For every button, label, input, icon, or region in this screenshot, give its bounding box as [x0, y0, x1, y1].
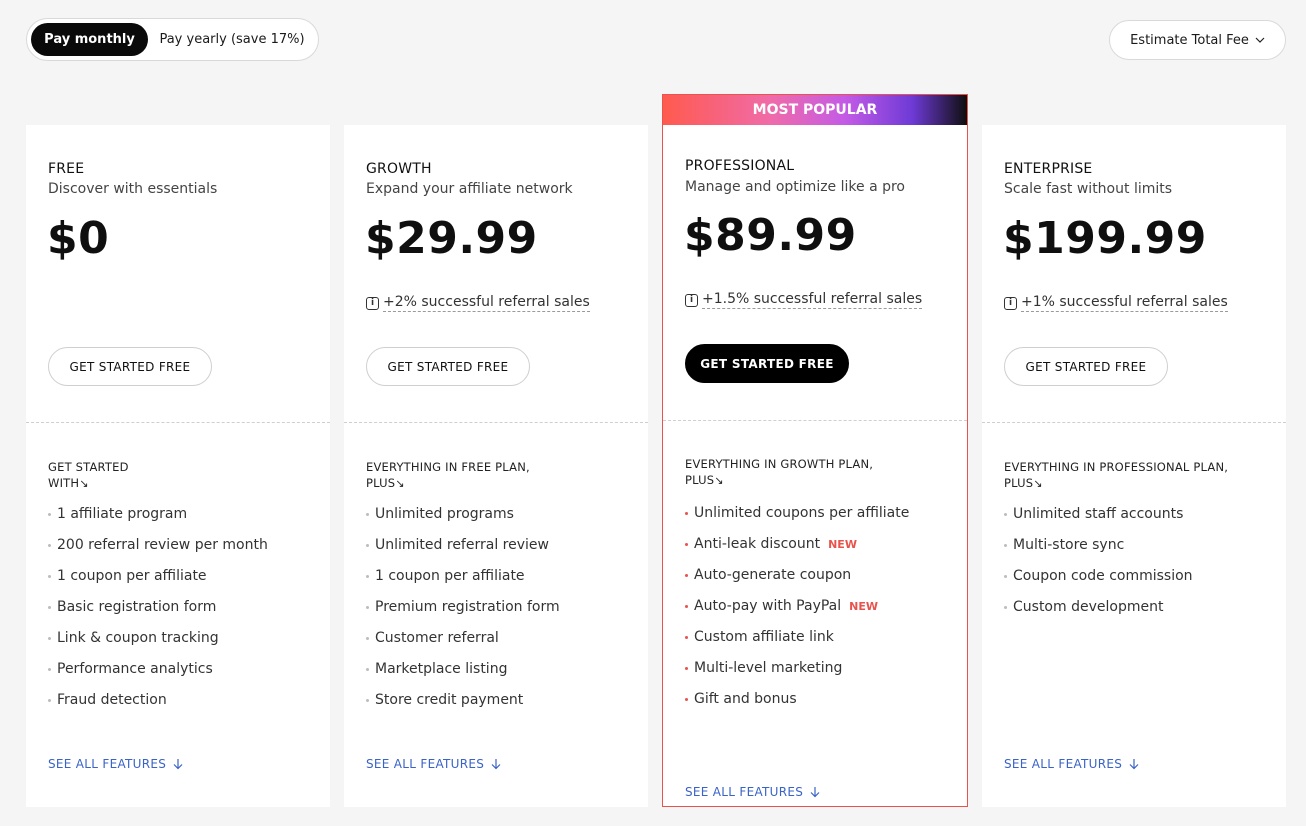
- feature-item: Unlimited staff accounts: [1004, 506, 1193, 537]
- plan-subtitle: Manage and optimize like a pro: [685, 179, 906, 195]
- most-popular-badge: MOST POPULAR: [663, 95, 967, 125]
- includes-heading: EVERYTHING IN PROFESSIONAL PLAN, PLUS↘: [1004, 460, 1229, 490]
- new-badge: NEW: [849, 600, 878, 613]
- feature-list: Unlimited coupons per affiliate Anti-lea…: [685, 505, 909, 722]
- feature-item: Auto-generate coupon: [685, 567, 909, 598]
- get-started-button[interactable]: GET STARTED FREE: [48, 347, 212, 386]
- see-all-features-link[interactable]: SEE ALL FEATURES: [48, 757, 184, 771]
- plan-name: PROFESSIONAL: [685, 158, 795, 174]
- includes-heading: EVERYTHING IN GROWTH PLAN, PLUS↘: [685, 457, 874, 487]
- plan-subtitle: Expand your affiliate network: [366, 181, 573, 197]
- plan-subtitle: Discover with essentials: [48, 181, 218, 197]
- feature-item: Premium registration form: [366, 599, 560, 630]
- curved-arrow-icon: ↘: [395, 477, 405, 490]
- feature-item: Unlimited referral review: [366, 537, 560, 568]
- get-started-button[interactable]: GET STARTED FREE: [1004, 347, 1168, 386]
- curved-arrow-icon: ↘: [1033, 477, 1043, 490]
- feature-item: Link & coupon tracking: [48, 630, 268, 661]
- info-icon: i: [685, 293, 698, 307]
- plan-price: $29.99: [365, 213, 538, 264]
- plan-price: $89.99: [684, 210, 857, 261]
- feature-list: Unlimited programs Unlimited referral re…: [366, 506, 560, 723]
- info-icon: i: [366, 296, 379, 310]
- feature-item: Basic registration form: [48, 599, 268, 630]
- feature-item: Multi-level marketing: [685, 660, 909, 691]
- divider: [663, 420, 967, 421]
- feature-item: Customer referral: [366, 630, 560, 661]
- feature-item: Store credit payment: [366, 692, 560, 723]
- info-icon: i: [1004, 296, 1017, 310]
- plan-name: GROWTH: [366, 161, 432, 177]
- feature-item: Custom development: [1004, 599, 1193, 630]
- new-badge: NEW: [828, 538, 857, 551]
- feature-item: Anti-leak discount NEW: [685, 536, 909, 567]
- feature-list: 1 affiliate program 200 referral review …: [48, 506, 268, 723]
- see-all-features-link[interactable]: SEE ALL FEATURES: [685, 785, 821, 799]
- see-all-features-link[interactable]: SEE ALL FEATURES: [366, 757, 502, 771]
- curved-arrow-icon: ↘: [79, 477, 89, 490]
- feature-item: Custom affiliate link: [685, 629, 909, 660]
- divider: [26, 422, 330, 423]
- feature-item: 1 coupon per affiliate: [366, 568, 560, 599]
- arrow-down-icon: [173, 759, 183, 770]
- see-all-features-link[interactable]: SEE ALL FEATURES: [1004, 757, 1140, 771]
- plan-name: ENTERPRISE: [1004, 161, 1093, 177]
- plan-subtitle: Scale fast without limits: [1004, 181, 1173, 197]
- divider: [982, 422, 1286, 423]
- feature-item: Marketplace listing: [366, 661, 560, 692]
- estimate-label: Estimate Total Fee: [1130, 32, 1249, 48]
- curved-arrow-icon: ↘: [714, 474, 724, 487]
- feature-item: 1 affiliate program: [48, 506, 268, 537]
- feature-item: Performance analytics: [48, 661, 268, 692]
- feature-list: Unlimited staff accounts Multi-store syn…: [1004, 506, 1193, 630]
- includes-heading: GET STARTED WITH↘: [48, 460, 129, 490]
- transaction-fee[interactable]: i +2% successful referral sales: [366, 294, 590, 312]
- get-started-button[interactable]: GET STARTED FREE: [685, 344, 849, 383]
- plan-price: $0: [47, 213, 110, 264]
- feature-item: 200 referral review per month: [48, 537, 268, 568]
- arrow-down-icon: [810, 787, 820, 798]
- feature-item: Multi-store sync: [1004, 537, 1193, 568]
- feature-item: Fraud detection: [48, 692, 268, 723]
- plan-name: FREE: [48, 161, 85, 177]
- pay-yearly-option[interactable]: Pay yearly (save 17%): [152, 23, 312, 56]
- transaction-fee[interactable]: i +1% successful referral sales: [1004, 294, 1228, 312]
- plan-card-free: FREE Discover with essentials $0 GET STA…: [26, 125, 330, 807]
- feature-item: Unlimited programs: [366, 506, 560, 537]
- get-started-button[interactable]: GET STARTED FREE: [366, 347, 530, 386]
- pay-monthly-option[interactable]: Pay monthly: [31, 23, 148, 56]
- feature-item: Gift and bonus: [685, 691, 909, 722]
- plan-card-growth: GROWTH Expand your affiliate network $29…: [344, 125, 648, 807]
- chevron-down-icon: [1255, 37, 1265, 43]
- plan-price: $199.99: [1003, 213, 1207, 264]
- arrow-down-icon: [1129, 759, 1139, 770]
- billing-toggle: Pay monthly Pay yearly (save 17%): [26, 18, 319, 61]
- arrow-down-icon: [491, 759, 501, 770]
- feature-item: Coupon code commission: [1004, 568, 1193, 599]
- plan-card-professional: MOST POPULAR PROFESSIONAL Manage and opt…: [662, 94, 968, 807]
- feature-item: Auto-pay with PayPal NEW: [685, 598, 909, 629]
- transaction-fee[interactable]: i +1.5% successful referral sales: [685, 291, 923, 309]
- includes-heading: EVERYTHING IN FREE PLAN, PLUS↘: [366, 460, 530, 490]
- estimate-total-fee-button[interactable]: Estimate Total Fee: [1109, 20, 1286, 60]
- feature-item: Unlimited coupons per affiliate: [685, 505, 909, 536]
- plan-card-enterprise: ENTERPRISE Scale fast without limits $19…: [982, 125, 1286, 807]
- divider: [344, 422, 648, 423]
- feature-item: 1 coupon per affiliate: [48, 568, 268, 599]
